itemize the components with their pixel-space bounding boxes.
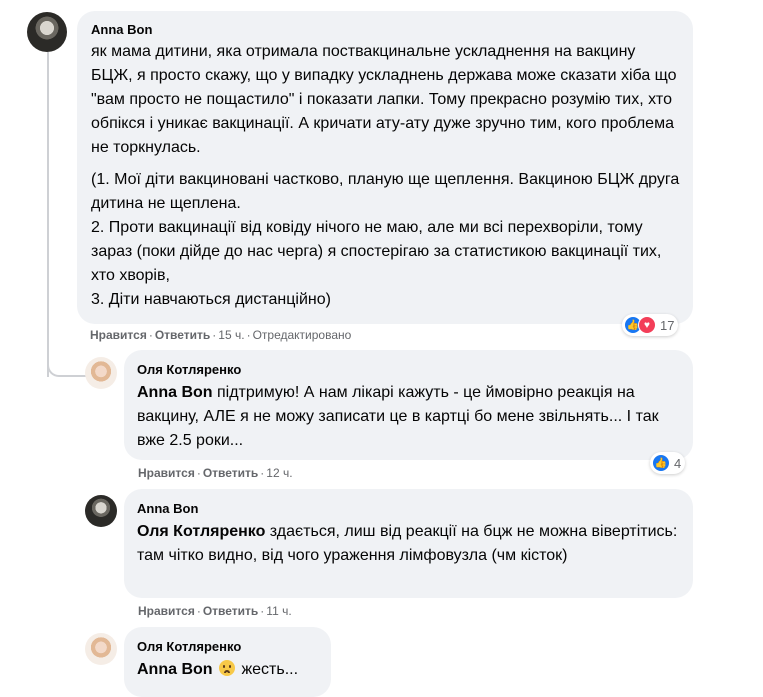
comment-time[interactable]: 12 ч. [266,466,292,480]
reply-button[interactable]: Ответить [203,604,258,618]
comment-actions: Нравится · Ответить · 15 ч. · Отредактировано [90,328,352,342]
avatar[interactable] [85,633,117,665]
comment-author[interactable]: Оля Котляренко [137,362,681,378]
comment-body: підтримую! А нам лікарі кажуть - це ймов… [137,384,664,449]
reply-bubble: Anna Bon Оля Котляренко здається, лиш ві… [124,489,693,598]
reply-button[interactable]: Ответить [155,328,210,342]
avatar[interactable] [85,357,117,389]
comment-author[interactable]: Anna Bon [137,501,681,517]
reaction-summary[interactable]: 👍 4 [650,452,686,474]
worried-face-icon [219,660,235,676]
reply-bubble: Оля Котляренко Anna Bon підтримую! А нам… [124,350,693,460]
reaction-count: 4 [674,455,682,471]
thread-line [47,52,49,377]
comment-text: Anna Bon підтримую! А нам лікарі кажуть … [137,381,681,453]
avatar[interactable] [27,12,67,52]
comment-time[interactable]: 11 ч. [266,604,291,618]
edited-label: Отредактировано [252,328,352,342]
comment-time[interactable]: 15 ч. [218,328,244,342]
reply-button[interactable]: Ответить [203,466,258,480]
thread-line-branch [47,363,87,377]
love-reaction-icon: ♥ [638,316,656,334]
comment-author[interactable]: Anna Bon [91,22,681,38]
comment-text: (1. Мої діти вакциновані частково, плану… [91,171,680,308]
avatar[interactable] [85,495,117,527]
mention-link[interactable]: Anna Bon [137,384,213,401]
mention-link[interactable]: Anna Bon [137,661,213,678]
like-button[interactable]: Нравится [138,604,195,618]
like-button[interactable]: Нравится [90,328,147,342]
like-reaction-icon: 👍 [652,454,670,472]
comment-actions: Нравится · Ответить · 12 ч. [138,466,293,480]
comment-bubble: Anna Bon як мама дитини, яка отримала по… [77,11,693,324]
comment-author[interactable]: Оля Котляренко [137,639,319,655]
mention-link[interactable]: Оля Котляренко [137,523,265,540]
comment-actions: Нравится · Ответить · 11 ч. [138,604,292,618]
comment-text: Anna Bon жесть... [137,658,319,682]
reaction-count: 17 [660,317,675,333]
reaction-summary[interactable]: 👍 ♥ 17 [622,314,679,336]
like-button[interactable]: Нравится [138,466,195,480]
comment-text: Оля Котляренко здається, лиш від реакції… [137,520,681,568]
comment-body: жесть... [237,661,299,678]
comment-text: як мама дитини, яка отримала поствакцина… [91,43,681,156]
